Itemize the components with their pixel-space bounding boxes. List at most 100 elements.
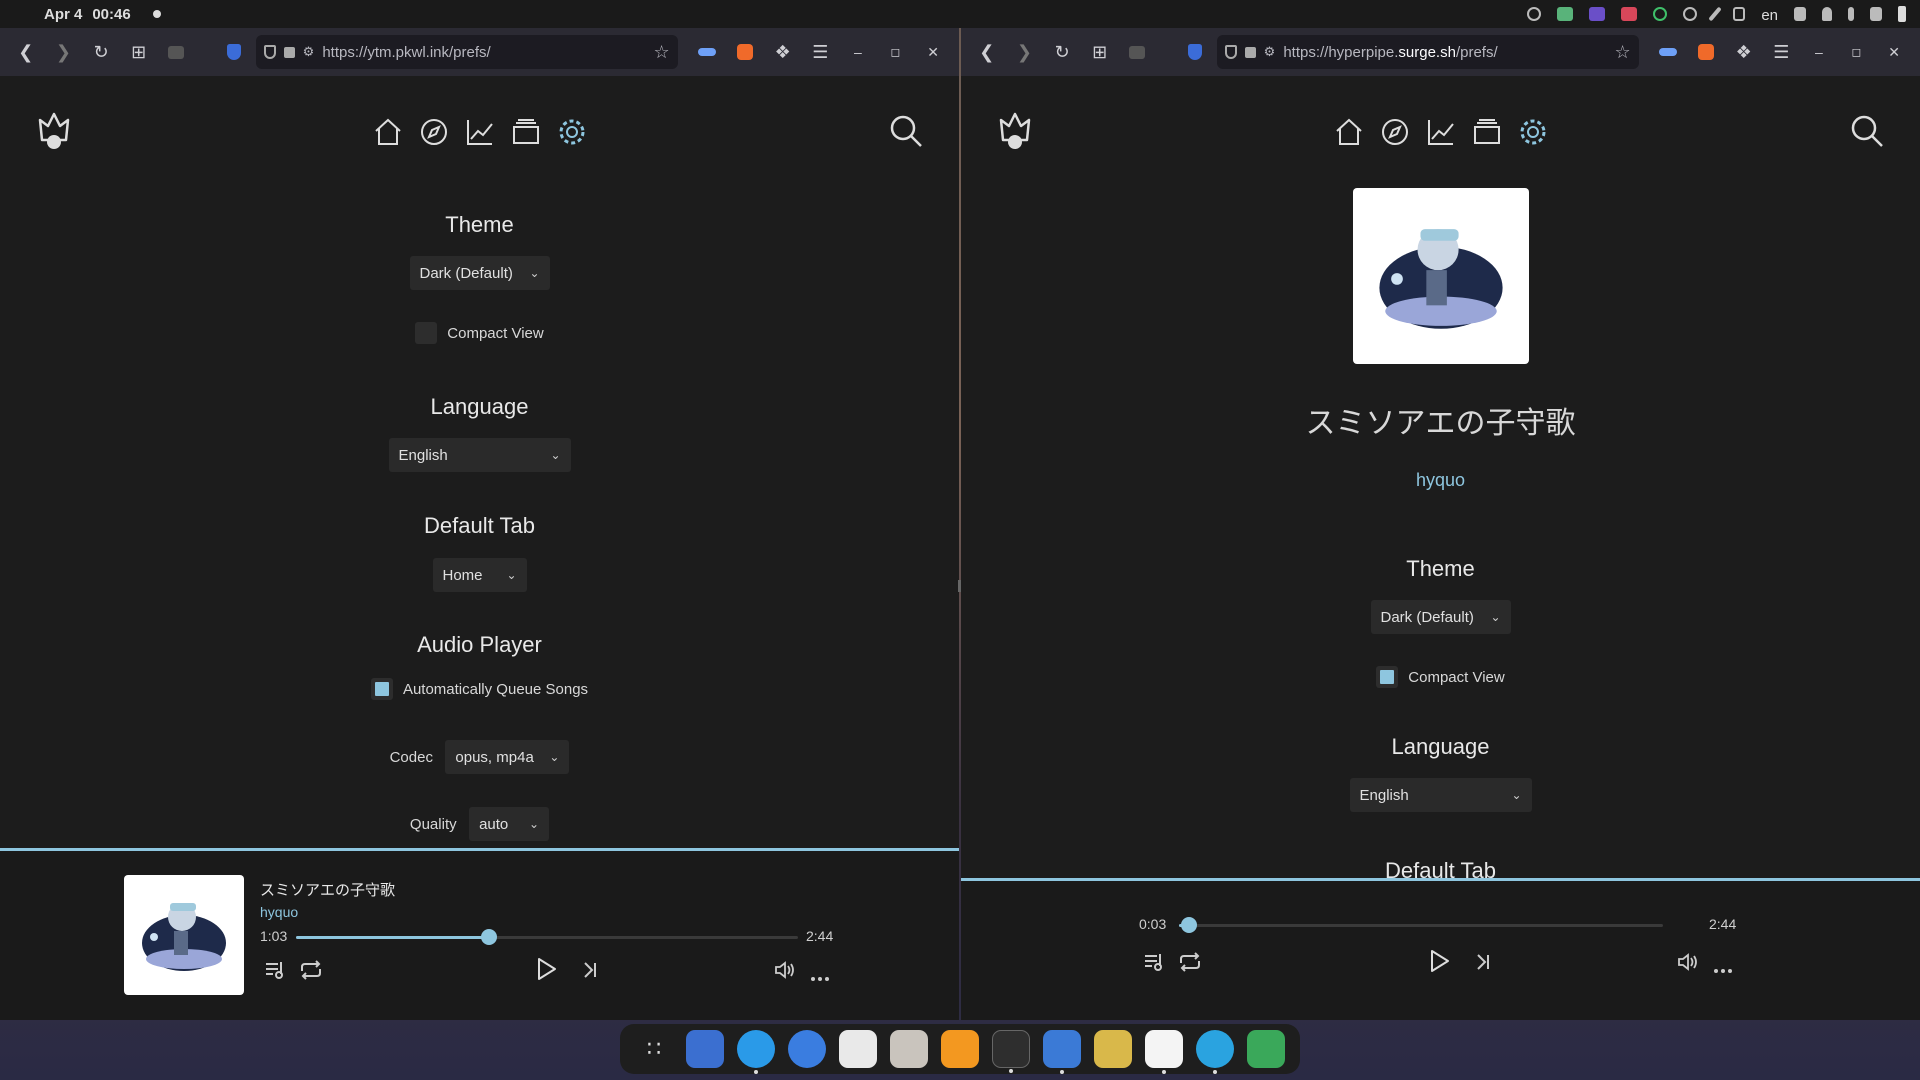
terminal-app-icon[interactable]	[992, 1030, 1030, 1073]
bitwarden-icon[interactable]	[218, 36, 250, 68]
queue-icon[interactable]	[1143, 951, 1165, 978]
volume-icon[interactable]	[1677, 951, 1699, 978]
home-icon[interactable]	[370, 114, 406, 150]
check-tray-icon[interactable]	[1683, 7, 1698, 21]
back-icon[interactable]: ❮	[10, 36, 42, 68]
store-app-icon[interactable]	[839, 1030, 877, 1068]
bitwarden-icon[interactable]	[1179, 36, 1211, 68]
next-icon[interactable]	[582, 961, 598, 984]
battery-tray-icon[interactable]	[1898, 6, 1906, 22]
tracking-shield-icon[interactable]	[1224, 45, 1237, 59]
next-icon[interactable]	[1475, 953, 1491, 976]
player-track-artist[interactable]: hyquo	[260, 904, 298, 920]
search-icon[interactable]	[889, 114, 923, 153]
close-icon[interactable]: ✕	[917, 36, 949, 68]
play-icon[interactable]	[536, 957, 558, 986]
telegram-app-icon[interactable]	[1196, 1030, 1234, 1074]
volume-tray-icon[interactable]	[1870, 7, 1882, 21]
lock-icon[interactable]	[283, 46, 295, 58]
bookmark-star-icon[interactable]: ☆	[1615, 42, 1631, 63]
more-icon[interactable]	[810, 969, 830, 987]
pen-tray-icon[interactable]	[1708, 6, 1722, 22]
circle-tray-icon[interactable]	[1527, 7, 1542, 21]
queue-icon[interactable]	[264, 959, 286, 986]
tab-icon[interactable]	[160, 36, 192, 68]
keyboard-language[interactable]: en	[1761, 7, 1778, 24]
more-icon[interactable]	[1713, 961, 1733, 979]
compact-view-row[interactable]: Compact View	[415, 322, 544, 344]
files-app-icon[interactable]	[686, 1030, 724, 1068]
album-art-thumbnail[interactable]	[124, 875, 244, 995]
song-artist[interactable]: hyquo	[1416, 470, 1465, 491]
seek-bar[interactable]	[1179, 917, 1663, 933]
bluetooth-tray-icon[interactable]	[1848, 7, 1854, 21]
extension-orange-icon[interactable]	[729, 36, 761, 68]
extension-glasses-icon[interactable]	[1653, 36, 1685, 68]
menu-icon[interactable]: ☰	[1765, 36, 1797, 68]
lock-icon[interactable]	[1244, 46, 1256, 58]
app-tray-icon[interactable]	[1589, 7, 1606, 21]
new-tab-icon[interactable]: ⊞	[1084, 36, 1116, 68]
color-tray-icon[interactable]	[1621, 7, 1638, 21]
bookmark-star-icon[interactable]: ☆	[654, 42, 670, 63]
home-icon[interactable]	[1331, 114, 1367, 150]
permissions-icon[interactable]: ⚙	[303, 44, 315, 60]
new-tab-icon[interactable]: ⊞	[123, 36, 155, 68]
search-icon[interactable]	[1850, 114, 1884, 153]
quality-select[interactable]: auto ⌄	[469, 807, 550, 841]
forward-icon[interactable]: ❯	[1009, 36, 1041, 68]
extension-orange-icon[interactable]	[1690, 36, 1722, 68]
repeat-icon[interactable]	[298, 959, 324, 986]
language-select[interactable]: English ⌄	[1349, 778, 1532, 812]
menu-icon[interactable]: ☰	[804, 36, 836, 68]
extension-glasses-icon[interactable]	[692, 36, 724, 68]
compass-icon[interactable]	[416, 114, 452, 150]
close-icon[interactable]: ✕	[1878, 36, 1910, 68]
url-text[interactable]: https://hyperpipe.surge.sh/prefs/	[1283, 44, 1606, 61]
maximize-icon[interactable]: ◻	[1841, 36, 1873, 68]
auto-queue-row[interactable]: Automatically Queue Songs	[370, 678, 588, 700]
extensions-puzzle-icon[interactable]: ❖	[1728, 36, 1760, 68]
volume-icon[interactable]	[774, 959, 796, 986]
codec-select[interactable]: opus, mp4a ⌄	[445, 740, 570, 774]
recycle-app-icon[interactable]	[1247, 1030, 1285, 1068]
library-icon[interactable]	[1469, 114, 1505, 150]
hyperpipe-logo-icon[interactable]	[36, 112, 72, 157]
language-select[interactable]: English ⌄	[388, 438, 571, 472]
default-tab-select[interactable]: Home ⌄	[432, 558, 527, 592]
browser-app-icon[interactable]	[737, 1030, 775, 1074]
auto-queue-checkbox[interactable]	[370, 678, 393, 700]
play-icon[interactable]	[1429, 949, 1451, 978]
url-text[interactable]: https://ytm.pkwl.ink/prefs/	[322, 44, 645, 61]
trending-icon[interactable]	[1423, 114, 1459, 150]
seek-bar-handle[interactable]	[1180, 917, 1197, 933]
url-bar[interactable]: ⚙ https://hyperpipe.surge.sh/prefs/ ☆	[1216, 35, 1639, 69]
permissions-icon[interactable]: ⚙	[1264, 44, 1276, 60]
app-grid-icon[interactable]: ∷	[635, 1030, 673, 1068]
forward-icon[interactable]: ❯	[48, 36, 80, 68]
minimize-icon[interactable]: –	[1803, 36, 1835, 68]
clipboard-tray-icon[interactable]	[1733, 7, 1746, 21]
url-bar[interactable]: ⚙ https://ytm.pkwl.ink/prefs/ ☆	[255, 35, 678, 69]
back-icon[interactable]: ❮	[971, 36, 1003, 68]
keys-app-icon[interactable]	[1094, 1030, 1132, 1068]
tracking-shield-icon[interactable]	[263, 45, 276, 59]
seek-bar[interactable]	[296, 929, 798, 945]
chromium-app-icon[interactable]	[788, 1030, 826, 1068]
settings-icon[interactable]	[554, 114, 590, 150]
repeat-icon[interactable]	[1177, 951, 1203, 978]
trending-icon[interactable]	[462, 114, 498, 150]
reload-icon[interactable]: ↻	[85, 36, 117, 68]
bell-tray-icon[interactable]	[1822, 7, 1832, 21]
reload-icon[interactable]: ↻	[1046, 36, 1078, 68]
mail-app-icon[interactable]	[890, 1030, 928, 1068]
shield-tray-icon[interactable]	[1557, 7, 1574, 21]
network-tray-icon[interactable]	[1794, 7, 1806, 21]
theme-select[interactable]: Dark (Default) ⌄	[409, 256, 550, 290]
extensions-puzzle-icon[interactable]: ❖	[767, 36, 799, 68]
minimize-icon[interactable]: –	[842, 36, 874, 68]
compact-view-row[interactable]: Compact View	[1376, 666, 1505, 688]
settings-icon[interactable]	[1515, 114, 1551, 150]
theme-select[interactable]: Dark (Default) ⌄	[1370, 600, 1511, 634]
compact-view-checkbox[interactable]	[1376, 666, 1399, 688]
